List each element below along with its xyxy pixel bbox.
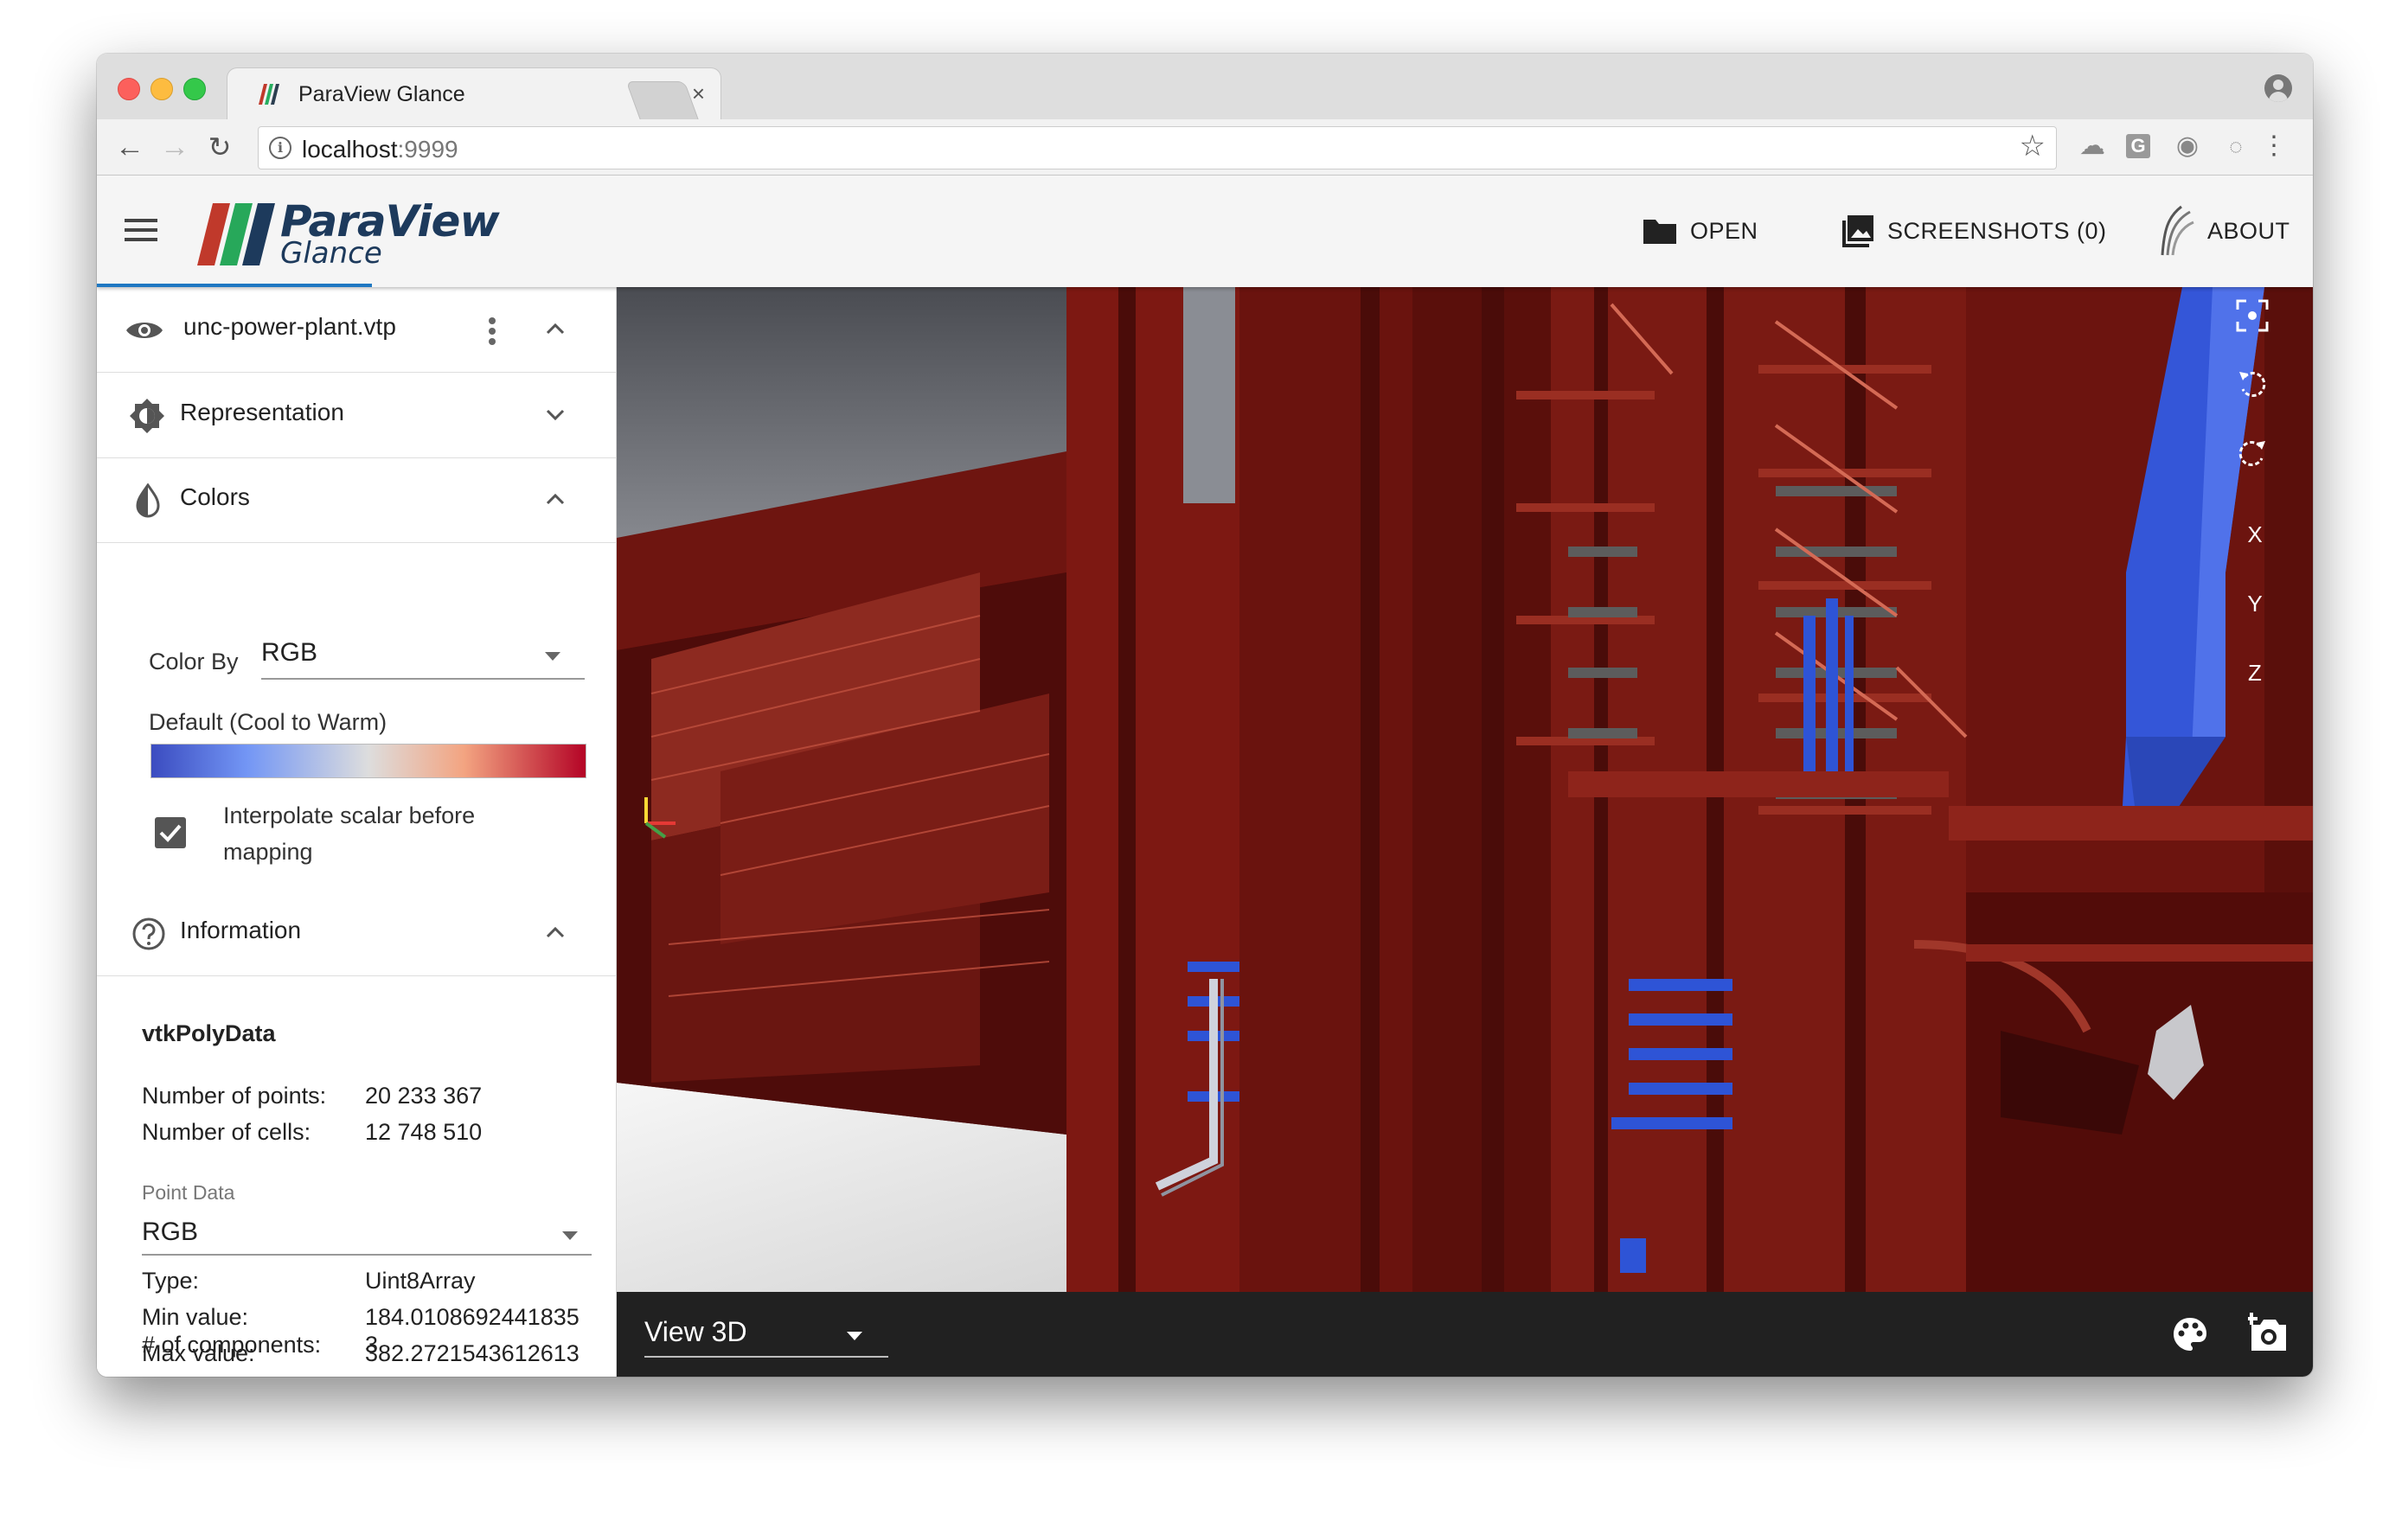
chevron-up-icon[interactable] xyxy=(545,489,566,509)
open-button[interactable]: OPEN xyxy=(1642,212,1758,250)
color-by-select[interactable]: RGB xyxy=(261,630,585,680)
open-button-label: OPEN xyxy=(1690,217,1758,244)
type-label: Type: xyxy=(142,1268,200,1294)
browser-window: ParaView Glance × ← → ↻ i localhost:9999… xyxy=(97,54,2313,1377)
min-row: Min value: 184.0108692441835 xyxy=(142,1304,580,1331)
screenshots-button-label: SCREENSHOTS (0) xyxy=(1887,217,2107,244)
render-view-3d[interactable]: X Y Z xyxy=(617,287,2313,1292)
more-vert-icon[interactable] xyxy=(488,316,496,346)
chevron-down-icon[interactable] xyxy=(545,404,566,425)
photo-library-icon xyxy=(1842,215,1873,247)
site-info-icon[interactable]: i xyxy=(269,137,291,159)
point-data-value: RGB xyxy=(142,1218,199,1246)
point-data-label: Point Data xyxy=(142,1181,235,1204)
address-bar[interactable]: i localhost:9999 ☆ xyxy=(258,126,2057,169)
back-arrow-icon[interactable]: ← xyxy=(112,130,147,164)
representation-label: Representation xyxy=(180,399,344,425)
dataset-name: unc-power-plant.vtp xyxy=(183,313,396,340)
type-value: Uint8Array xyxy=(365,1268,476,1294)
components-label: # of components: xyxy=(142,1332,322,1358)
colors-label: Colors xyxy=(180,483,250,510)
profile-icon[interactable] xyxy=(2264,74,2292,102)
maximize-window-button[interactable] xyxy=(183,78,206,100)
cells-row: Number of cells: 12 748 510 xyxy=(142,1119,482,1146)
information-label: Information xyxy=(180,917,302,943)
interpolate-checkbox[interactable] xyxy=(154,816,187,849)
colormap-preset-name: Default (Cool to Warm) xyxy=(149,709,387,735)
view-z-axis-button[interactable]: Z xyxy=(2236,654,2274,692)
url-text: localhost:9999 xyxy=(302,136,458,163)
min-value: 184.0108692441835 xyxy=(365,1304,580,1330)
hamburger-menu-icon[interactable] xyxy=(125,219,157,245)
browser-tab-bar: ParaView Glance × xyxy=(97,54,2313,122)
screenshots-button[interactable]: SCREENSHOTS (0) xyxy=(1841,212,2107,250)
paraview-favicon-icon xyxy=(259,84,279,105)
view-type-select[interactable]: View 3D xyxy=(644,1309,888,1358)
point-data-select[interactable]: RGB xyxy=(142,1205,592,1256)
add-screenshot-camera-icon[interactable] xyxy=(2248,1313,2290,1354)
interpolate-label-line2: mapping xyxy=(223,839,313,865)
data-type: vtkPolyData xyxy=(142,1020,276,1046)
brightness-icon xyxy=(130,399,164,433)
interpolate-label-line1: Interpolate scalar before xyxy=(223,802,476,828)
points-value: 20 233 367 xyxy=(365,1083,483,1109)
dropdown-arrow-icon xyxy=(847,1332,862,1340)
chevron-up-icon[interactable] xyxy=(545,922,566,943)
control-panel: unc-power-plant.vtp Representation Color… xyxy=(97,287,617,1377)
dropdown-arrow-icon xyxy=(562,1231,578,1240)
dataset-row: unc-power-plant.vtp xyxy=(97,287,616,373)
rotate-right-icon[interactable] xyxy=(2236,438,2274,476)
help-circle-icon xyxy=(132,917,165,950)
representation-section-header[interactable]: Representation xyxy=(97,373,616,458)
forward-arrow-icon[interactable]: → xyxy=(157,130,192,164)
browser-menu-icon[interactable]: ⋮ xyxy=(2259,131,2289,161)
color-drop-icon xyxy=(136,483,160,518)
palette-icon[interactable] xyxy=(2172,1316,2208,1352)
app-header: ParaView Glance OPEN SCREENSHOTS (0) ABO… xyxy=(97,176,2313,287)
extension-g-icon[interactable]: G xyxy=(2126,134,2150,158)
components-row: # of components: 3 xyxy=(142,1332,378,1358)
points-row: Number of points: 20 233 367 xyxy=(142,1083,482,1109)
header-active-indicator xyxy=(97,284,372,287)
power-plant-render xyxy=(617,287,2313,1292)
kitware-logo-icon xyxy=(2161,205,2194,256)
chevron-up-icon[interactable] xyxy=(545,318,566,339)
cells-value: 12 748 510 xyxy=(365,1119,483,1145)
reset-camera-icon[interactable] xyxy=(2236,299,2274,337)
minimize-window-button[interactable] xyxy=(150,78,173,100)
colormap-bar[interactable] xyxy=(150,744,586,778)
dropdown-arrow-icon xyxy=(545,652,560,661)
extension-cloud-icon[interactable]: ☁ xyxy=(2078,131,2107,161)
view-y-axis-button[interactable]: Y xyxy=(2236,585,2274,623)
information-section-header[interactable]: Information xyxy=(97,891,616,976)
browser-toolbar: ← → ↻ i localhost:9999 ☆ ☁ G ◉ ◌ ⋮ xyxy=(97,119,2313,176)
bookmark-star-icon[interactable]: ☆ xyxy=(2020,129,2046,163)
rotate-left-icon[interactable] xyxy=(2236,368,2274,406)
components-value: 3 xyxy=(365,1332,379,1358)
colors-section-header[interactable]: Colors xyxy=(97,457,616,543)
paraview-glance-logo: ParaView Glance xyxy=(197,195,500,271)
color-by-label: Color By xyxy=(149,649,239,674)
cells-label: Number of cells: xyxy=(142,1119,311,1145)
close-window-button[interactable] xyxy=(118,78,140,100)
type-row: Type: Uint8Array xyxy=(142,1268,476,1294)
view-toolbar: View 3D xyxy=(617,1292,2313,1377)
about-button[interactable]: ABOUT xyxy=(2155,205,2290,256)
about-button-label: ABOUT xyxy=(2207,217,2290,244)
extension-circle-icon[interactable]: ◌ xyxy=(2221,131,2251,161)
view-x-axis-button[interactable]: X xyxy=(2236,515,2274,553)
color-by-value: RGB xyxy=(261,638,318,667)
tab-title: ParaView Glance xyxy=(298,82,465,106)
extension-password-icon[interactable]: ◉ xyxy=(2173,131,2202,161)
logo-subtitle: Glance xyxy=(280,236,382,271)
visibility-eye-icon[interactable] xyxy=(125,318,164,342)
max-value: 382.2721543612613 xyxy=(365,1340,580,1366)
points-label: Number of points: xyxy=(142,1083,327,1109)
logo-stripes-icon xyxy=(197,203,275,265)
reload-icon[interactable]: ↻ xyxy=(202,130,237,164)
min-label: Min value: xyxy=(142,1304,249,1330)
tab-close-icon[interactable]: × xyxy=(692,80,705,107)
folder-icon xyxy=(1643,220,1676,244)
view-type-value: View 3D xyxy=(644,1316,747,1347)
